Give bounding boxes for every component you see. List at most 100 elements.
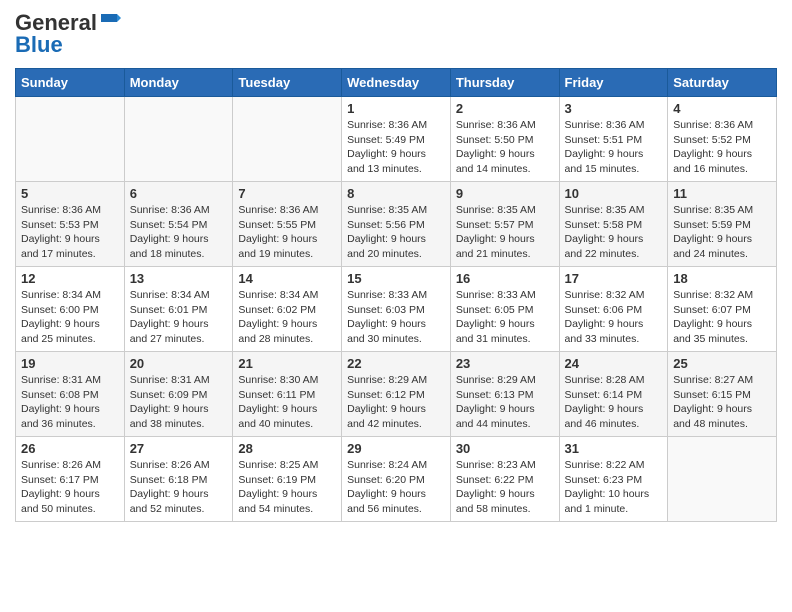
- day-info: Sunrise: 8:36 AM Sunset: 5:52 PM Dayligh…: [673, 118, 771, 177]
- day-number: 13: [130, 271, 228, 286]
- day-number: 4: [673, 101, 771, 116]
- calendar-cell: 14 Sunrise: 8:34 AM Sunset: 6:02 PM Dayli…: [233, 267, 342, 352]
- day-info: Sunrise: 8:24 AM Sunset: 6:20 PM Dayligh…: [347, 458, 445, 517]
- day-info: Sunrise: 8:36 AM Sunset: 5:53 PM Dayligh…: [21, 203, 119, 262]
- day-info: Sunrise: 8:33 AM Sunset: 6:03 PM Dayligh…: [347, 288, 445, 347]
- calendar-cell: 28 Sunrise: 8:25 AM Sunset: 6:19 PM Dayli…: [233, 437, 342, 522]
- calendar-cell: 26 Sunrise: 8:26 AM Sunset: 6:17 PM Dayli…: [16, 437, 125, 522]
- day-number: 8: [347, 186, 445, 201]
- day-info: Sunrise: 8:36 AM Sunset: 5:51 PM Dayligh…: [565, 118, 663, 177]
- day-number: 10: [565, 186, 663, 201]
- day-info: Sunrise: 8:34 AM Sunset: 6:01 PM Dayligh…: [130, 288, 228, 347]
- day-number: 21: [238, 356, 336, 371]
- weekday-header-thursday: Thursday: [450, 69, 559, 97]
- calendar-cell: 11 Sunrise: 8:35 AM Sunset: 5:59 PM Dayli…: [668, 182, 777, 267]
- weekday-header-saturday: Saturday: [668, 69, 777, 97]
- calendar-cell: 7 Sunrise: 8:36 AM Sunset: 5:55 PM Daylig…: [233, 182, 342, 267]
- day-info: Sunrise: 8:22 AM Sunset: 6:23 PM Dayligh…: [565, 458, 663, 517]
- day-number: 19: [21, 356, 119, 371]
- day-info: Sunrise: 8:26 AM Sunset: 6:17 PM Dayligh…: [21, 458, 119, 517]
- calendar-cell: 3 Sunrise: 8:36 AM Sunset: 5:51 PM Daylig…: [559, 97, 668, 182]
- day-number: 18: [673, 271, 771, 286]
- day-info: Sunrise: 8:36 AM Sunset: 5:49 PM Dayligh…: [347, 118, 445, 177]
- day-number: 12: [21, 271, 119, 286]
- calendar-cell: 29 Sunrise: 8:24 AM Sunset: 6:20 PM Dayli…: [342, 437, 451, 522]
- day-number: 24: [565, 356, 663, 371]
- calendar-cell: 1Sunrise: 8:36 AM Sunset: 5:49 PM Daylig…: [342, 97, 451, 182]
- calendar-cell: 9 Sunrise: 8:35 AM Sunset: 5:57 PM Daylig…: [450, 182, 559, 267]
- weekday-header-row: SundayMondayTuesdayWednesdayThursdayFrid…: [16, 69, 777, 97]
- day-number: 23: [456, 356, 554, 371]
- day-number: 6: [130, 186, 228, 201]
- day-number: 27: [130, 441, 228, 456]
- day-info: Sunrise: 8:36 AM Sunset: 5:55 PM Dayligh…: [238, 203, 336, 262]
- day-info: Sunrise: 8:35 AM Sunset: 5:56 PM Dayligh…: [347, 203, 445, 262]
- calendar-cell: [668, 437, 777, 522]
- day-number: 22: [347, 356, 445, 371]
- calendar-cell: 18 Sunrise: 8:32 AM Sunset: 6:07 PM Dayli…: [668, 267, 777, 352]
- calendar-cell: 27 Sunrise: 8:26 AM Sunset: 6:18 PM Dayli…: [124, 437, 233, 522]
- day-info: Sunrise: 8:35 AM Sunset: 5:59 PM Dayligh…: [673, 203, 771, 262]
- calendar-table: SundayMondayTuesdayWednesdayThursdayFrid…: [15, 68, 777, 522]
- weekday-header-sunday: Sunday: [16, 69, 125, 97]
- calendar-cell: 6 Sunrise: 8:36 AM Sunset: 5:54 PM Daylig…: [124, 182, 233, 267]
- weekday-header-wednesday: Wednesday: [342, 69, 451, 97]
- week-row-5: 26 Sunrise: 8:26 AM Sunset: 6:17 PM Dayli…: [16, 437, 777, 522]
- day-info: Sunrise: 8:25 AM Sunset: 6:19 PM Dayligh…: [238, 458, 336, 517]
- calendar-cell: [16, 97, 125, 182]
- day-info: Sunrise: 8:33 AM Sunset: 6:05 PM Dayligh…: [456, 288, 554, 347]
- day-number: 9: [456, 186, 554, 201]
- day-number: 3: [565, 101, 663, 116]
- calendar-cell: 21Sunrise: 8:30 AM Sunset: 6:11 PM Dayli…: [233, 352, 342, 437]
- weekday-header-friday: Friday: [559, 69, 668, 97]
- day-info: Sunrise: 8:35 AM Sunset: 5:57 PM Dayligh…: [456, 203, 554, 262]
- day-info: Sunrise: 8:32 AM Sunset: 6:06 PM Dayligh…: [565, 288, 663, 347]
- day-number: 2: [456, 101, 554, 116]
- logo-blue: Blue: [15, 32, 63, 58]
- calendar-cell: 15 Sunrise: 8:33 AM Sunset: 6:03 PM Dayli…: [342, 267, 451, 352]
- weekday-header-monday: Monday: [124, 69, 233, 97]
- day-info: Sunrise: 8:34 AM Sunset: 6:02 PM Dayligh…: [238, 288, 336, 347]
- day-info: Sunrise: 8:29 AM Sunset: 6:12 PM Dayligh…: [347, 373, 445, 432]
- calendar-page: General Blue SundayMondayTuesdayWednesda…: [0, 0, 792, 612]
- day-number: 14: [238, 271, 336, 286]
- day-number: 29: [347, 441, 445, 456]
- calendar-cell: 19 Sunrise: 8:31 AM Sunset: 6:08 PM Dayli…: [16, 352, 125, 437]
- day-number: 7: [238, 186, 336, 201]
- day-info: Sunrise: 8:36 AM Sunset: 5:54 PM Dayligh…: [130, 203, 228, 262]
- weekday-header-tuesday: Tuesday: [233, 69, 342, 97]
- day-info: Sunrise: 8:26 AM Sunset: 6:18 PM Dayligh…: [130, 458, 228, 517]
- week-row-4: 19 Sunrise: 8:31 AM Sunset: 6:08 PM Dayli…: [16, 352, 777, 437]
- calendar-cell: 30Sunrise: 8:23 AM Sunset: 6:22 PM Dayli…: [450, 437, 559, 522]
- day-info: Sunrise: 8:31 AM Sunset: 6:09 PM Dayligh…: [130, 373, 228, 432]
- day-number: 11: [673, 186, 771, 201]
- day-info: Sunrise: 8:31 AM Sunset: 6:08 PM Dayligh…: [21, 373, 119, 432]
- calendar-cell: [124, 97, 233, 182]
- day-info: Sunrise: 8:29 AM Sunset: 6:13 PM Dayligh…: [456, 373, 554, 432]
- day-number: 15: [347, 271, 445, 286]
- week-row-1: 1Sunrise: 8:36 AM Sunset: 5:49 PM Daylig…: [16, 97, 777, 182]
- day-info: Sunrise: 8:36 AM Sunset: 5:50 PM Dayligh…: [456, 118, 554, 177]
- week-row-3: 12 Sunrise: 8:34 AM Sunset: 6:00 PM Dayli…: [16, 267, 777, 352]
- day-number: 26: [21, 441, 119, 456]
- calendar-cell: 12 Sunrise: 8:34 AM Sunset: 6:00 PM Dayli…: [16, 267, 125, 352]
- calendar-cell: 8 Sunrise: 8:35 AM Sunset: 5:56 PM Daylig…: [342, 182, 451, 267]
- calendar-cell: 24Sunrise: 8:28 AM Sunset: 6:14 PM Dayli…: [559, 352, 668, 437]
- calendar-cell: 25Sunrise: 8:27 AM Sunset: 6:15 PM Dayli…: [668, 352, 777, 437]
- day-info: Sunrise: 8:27 AM Sunset: 6:15 PM Dayligh…: [673, 373, 771, 432]
- calendar-cell: 22 Sunrise: 8:29 AM Sunset: 6:12 PM Dayli…: [342, 352, 451, 437]
- calendar-cell: [233, 97, 342, 182]
- calendar-cell: 16 Sunrise: 8:33 AM Sunset: 6:05 PM Dayli…: [450, 267, 559, 352]
- day-info: Sunrise: 8:23 AM Sunset: 6:22 PM Dayligh…: [456, 458, 554, 517]
- day-number: 31: [565, 441, 663, 456]
- day-info: Sunrise: 8:35 AM Sunset: 5:58 PM Dayligh…: [565, 203, 663, 262]
- calendar-cell: 17Sunrise: 8:32 AM Sunset: 6:06 PM Dayli…: [559, 267, 668, 352]
- logo-flag-icon: [99, 10, 121, 32]
- day-number: 20: [130, 356, 228, 371]
- day-number: 28: [238, 441, 336, 456]
- logo: General Blue: [15, 10, 121, 58]
- day-number: 16: [456, 271, 554, 286]
- day-info: Sunrise: 8:34 AM Sunset: 6:00 PM Dayligh…: [21, 288, 119, 347]
- calendar-cell: 2 Sunrise: 8:36 AM Sunset: 5:50 PM Daylig…: [450, 97, 559, 182]
- day-info: Sunrise: 8:32 AM Sunset: 6:07 PM Dayligh…: [673, 288, 771, 347]
